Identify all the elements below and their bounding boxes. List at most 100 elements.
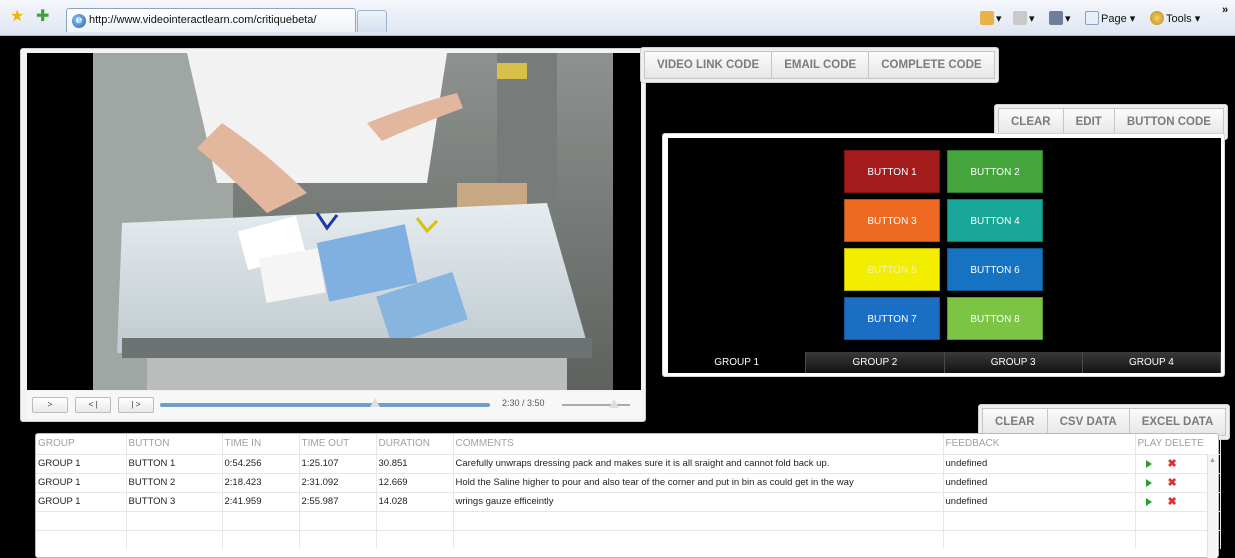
more-chevron-icon[interactable]: »	[1222, 4, 1228, 16]
video-link-code-button[interactable]: VIDEO LINK CODE	[644, 51, 773, 79]
column-header-button: BUTTON	[126, 434, 223, 455]
button-3-button[interactable]: BUTTON 3	[844, 199, 940, 242]
critique-table-panel: GROUP BUTTON TIME IN TIME OUT DURATION COMMEN…	[35, 433, 1221, 558]
volume-slider[interactable]	[562, 399, 630, 408]
cell-time-in: 2:41.959	[222, 491, 300, 511]
column-header-time-in: TIME IN	[222, 434, 300, 455]
home-button[interactable]: ▾	[980, 11, 1002, 25]
column-header-comments: COMMENTS	[453, 434, 944, 455]
cell-comment: Carefully unwraps dressing pack and make…	[453, 453, 944, 473]
cell-feedback: undefined	[943, 491, 1136, 511]
cell-feedback: undefined	[943, 453, 1136, 473]
cell-time-out: 2:31.092	[299, 472, 377, 492]
empty-cell	[453, 510, 944, 530]
column-header-play-delete: PLAY DELETE	[1135, 434, 1221, 455]
empty-row	[36, 529, 1221, 549]
cell-button: BUTTON 3	[126, 491, 223, 511]
critique-table: GROUP BUTTON TIME IN TIME OUT DURATION COMMEN…	[36, 434, 1221, 549]
cell-time-in: 0:54.256	[222, 453, 300, 473]
delete-icon[interactable]: ✖	[1168, 476, 1177, 489]
print-button[interactable]: ▾	[1049, 11, 1071, 25]
edit-button[interactable]: EDIT	[1063, 108, 1115, 136]
cell-feedback: undefined	[943, 472, 1136, 492]
print-icon	[1049, 11, 1063, 25]
video-player[interactable]	[27, 53, 641, 390]
button-code-button[interactable]: BUTTON CODE	[1114, 108, 1224, 136]
delete-icon[interactable]: ✖	[1168, 495, 1177, 508]
cell-duration: 14.028	[376, 491, 454, 511]
button-grid: BUTTON 1 BUTTON 2 BUTTON 3 BUTTON 4 BUTTON 5…	[668, 138, 1221, 352]
tab-group-1[interactable]: GROUP 1	[668, 352, 807, 373]
complete-code-button[interactable]: COMPLETE CODE	[869, 51, 995, 79]
feeds-icon	[1013, 11, 1027, 25]
email-code-button[interactable]: EMAIL CODE	[772, 51, 870, 79]
tab-group-3[interactable]: GROUP 3	[944, 352, 1083, 373]
empty-cell	[299, 529, 377, 549]
table-row[interactable]: GROUP 1 BUTTON 3 2:41.959 2:55.987 14.028 wri…	[36, 491, 1221, 511]
button-2-button[interactable]: BUTTON 2	[947, 150, 1043, 193]
column-header-feedback: FEEDBACK	[943, 434, 1136, 455]
clear-button[interactable]: CLEAR	[998, 108, 1064, 136]
button-1-button[interactable]: BUTTON 1	[844, 150, 940, 193]
tab-url: http://www.videointeractlearn.com/critiq…	[89, 14, 317, 26]
time-display: 2:30 / 3:50	[502, 398, 545, 408]
play-button[interactable]: >	[32, 397, 68, 413]
button-8-button[interactable]: BUTTON 8	[947, 297, 1043, 340]
browser-tab[interactable]: e http://www.videointeractlearn.com/crit…	[66, 8, 356, 32]
cell-button: BUTTON 1	[126, 453, 223, 473]
table-row[interactable]: GROUP 1 BUTTON 1 0:54.256 1:25.107 30.851 Car…	[36, 453, 1221, 473]
cell-time-out: 2:55.987	[299, 491, 377, 511]
play-icon[interactable]	[1145, 459, 1152, 468]
previous-frame-button[interactable]: < |	[75, 397, 111, 413]
tab-group-2[interactable]: GROUP 2	[806, 352, 945, 373]
table-row[interactable]: GROUP 1 BUTTON 2 2:18.423 2:31.092 12.669 Hol…	[36, 472, 1221, 492]
clear-button[interactable]: CLEAR	[982, 408, 1048, 436]
empty-cell	[376, 529, 454, 549]
cell-group: GROUP 1	[36, 453, 127, 473]
empty-cell	[126, 529, 223, 549]
new-tab[interactable]	[357, 10, 387, 32]
page-menu-label: Page	[1101, 13, 1127, 25]
favorites-star-icon[interactable]: ★	[10, 9, 24, 25]
scroll-up-icon[interactable]: ▲	[1208, 456, 1217, 465]
button-6-button[interactable]: BUTTON 6	[947, 248, 1043, 291]
button-5-button[interactable]: BUTTON 5	[844, 248, 940, 291]
cell-duration: 12.669	[376, 472, 454, 492]
tab-group-4[interactable]: GROUP 4	[1082, 352, 1221, 373]
volume-thumb[interactable]	[608, 399, 619, 408]
empty-cell	[376, 510, 454, 530]
code-toolbar: VIDEO LINK CODE EMAIL CODE COMPLETE CODE	[640, 47, 999, 83]
cell-group: GROUP 1	[36, 491, 127, 511]
table-scrollbar[interactable]: ▲	[1207, 454, 1217, 558]
seek-bar[interactable]	[160, 398, 490, 407]
play-icon[interactable]	[1145, 478, 1152, 487]
csv-data-button[interactable]: CSV DATA	[1047, 408, 1130, 436]
button-4-button[interactable]: BUTTON 4	[947, 199, 1043, 242]
empty-cell	[36, 529, 127, 549]
next-frame-button[interactable]: | >	[118, 397, 154, 413]
critique-app: > < | | > 2:30 / 3:50 VIDEO LINK CODE EMA…	[7, 42, 1235, 558]
cell-comment: wrings gauze efficeintly	[453, 491, 944, 511]
ie-logo-icon: e	[72, 14, 86, 28]
delete-icon[interactable]: ✖	[1168, 457, 1177, 470]
empty-cell	[126, 510, 223, 530]
page-menu[interactable]: Page ▾	[1085, 11, 1135, 25]
empty-row	[36, 510, 1221, 530]
play-icon[interactable]	[1145, 497, 1152, 506]
empty-cell	[943, 510, 1136, 530]
feeds-button[interactable]: ▾	[1013, 11, 1035, 25]
button-7-button[interactable]: BUTTON 7	[844, 297, 940, 340]
add-favorites-icon[interactable]: ✚	[36, 9, 49, 25]
excel-data-button[interactable]: EXCEL DATA	[1129, 408, 1227, 436]
tools-menu[interactable]: Tools ▾	[1150, 11, 1200, 25]
column-header-duration: DURATION	[376, 434, 454, 455]
cell-time-out: 1:25.107	[299, 453, 377, 473]
empty-cell	[943, 529, 1136, 549]
home-icon	[980, 11, 994, 25]
table-header: GROUP BUTTON TIME IN TIME OUT DURATION COMMEN…	[36, 434, 1221, 455]
cell-time-in: 2:18.423	[222, 472, 300, 492]
video-panel: > < | | > 2:30 / 3:50	[20, 48, 646, 422]
seek-thumb[interactable]	[370, 398, 381, 407]
cell-comment: Hold the Saline higher to pour and also …	[453, 472, 944, 492]
column-header-group: GROUP	[36, 434, 127, 455]
